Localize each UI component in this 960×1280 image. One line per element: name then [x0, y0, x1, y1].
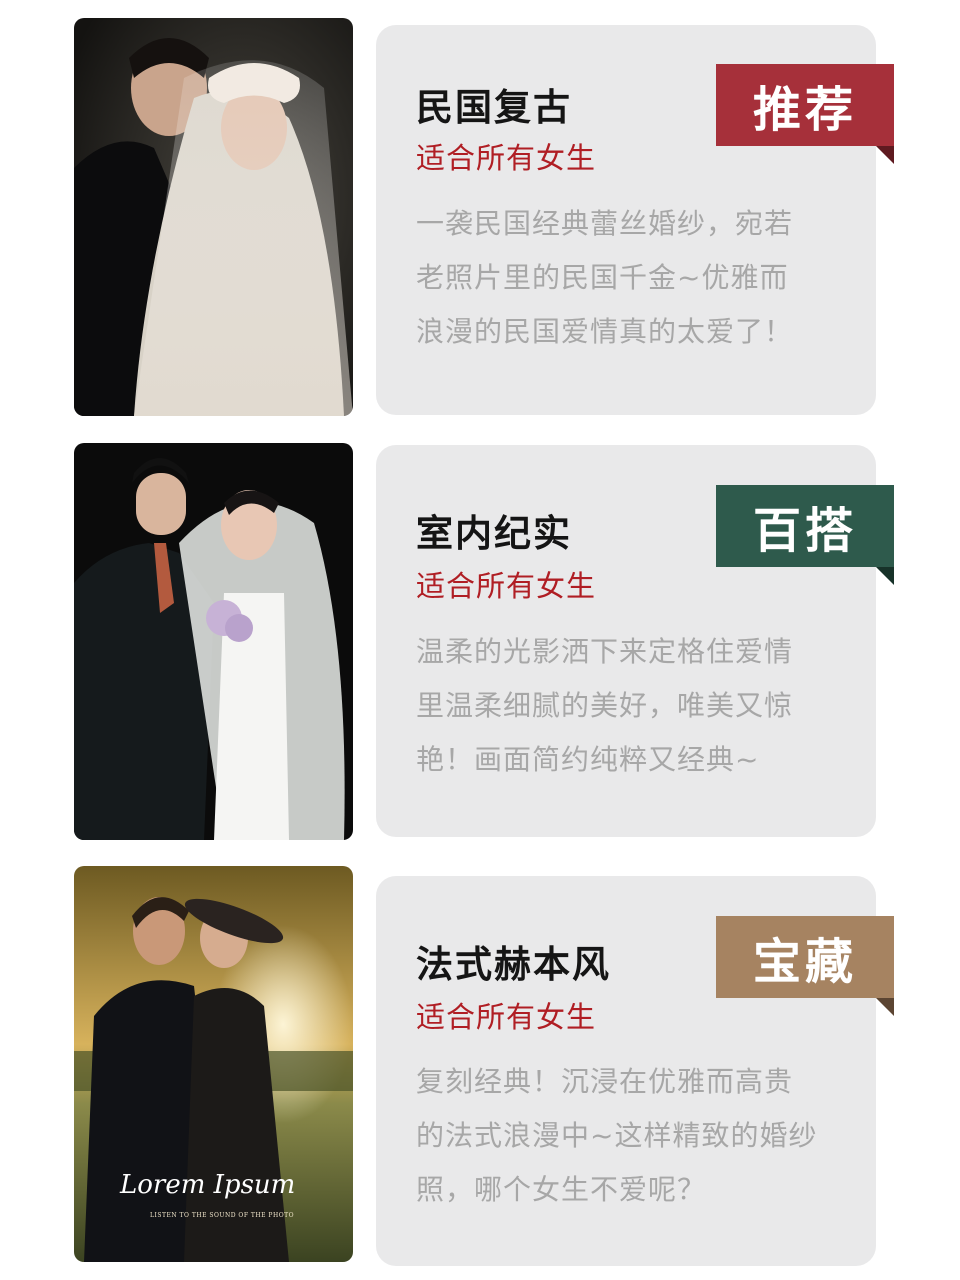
card-subtitle: 适合所有女生 — [416, 1000, 597, 1034]
card-subtitle: 适合所有女生 — [416, 569, 597, 603]
photo-watermark: Lorem Ipsum — [120, 1170, 296, 1200]
photo-vintage-couple — [74, 18, 353, 416]
badge-ribbon-treasure: 宝藏 — [716, 916, 894, 1016]
description-line: 一袭民国经典蕾丝婚纱，宛若 — [416, 207, 794, 240]
description-line: 温柔的光影洒下来定格住爱情 — [416, 635, 794, 668]
badge-label: 百搭 — [716, 485, 894, 567]
card-description: 一袭民国经典蕾丝婚纱，宛若 老照片里的民国千金~优雅而 浪漫的民国爱情真的太爱了… — [416, 197, 836, 359]
photo-indoor-couple — [74, 443, 353, 840]
badge-ribbon-versatile: 百搭 — [716, 485, 894, 585]
description-line: 的法式浪漫中~这样精致的婚纱 — [416, 1119, 818, 1152]
card-description: 温柔的光影洒下来定格住爱情 里温柔细腻的美好，唯美又惊 艳！画面简约纯粹又经典~ — [416, 625, 836, 787]
ribbon-fold — [876, 146, 894, 164]
ribbon-fold — [876, 567, 894, 585]
badge-label: 推荐 — [716, 64, 894, 146]
description-line: 艳！画面简约纯粹又经典~ — [416, 743, 760, 776]
badge-label: 宝藏 — [716, 916, 894, 998]
description-line: 照，哪个女生不爱呢？ — [416, 1173, 707, 1206]
description-line: 复刻经典！沉浸在优雅而高贵 — [416, 1065, 794, 1098]
photo-french-couple — [74, 866, 353, 1262]
photo-watermark-caption: LISTEN TO THE SOUND OF THE PHOTO — [150, 1212, 295, 1219]
description-line: 里温柔细腻的美好，唯美又惊 — [416, 689, 794, 722]
ribbon-fold — [876, 998, 894, 1016]
card-title: 室内纪实 — [416, 512, 572, 555]
card-subtitle: 适合所有女生 — [416, 141, 597, 175]
card-title: 民国复古 — [416, 86, 572, 129]
card-description: 复刻经典！沉浸在优雅而高贵 的法式浪漫中~这样精致的婚纱 照，哪个女生不爱呢？ — [416, 1055, 836, 1217]
badge-ribbon-recommend: 推荐 — [716, 64, 894, 164]
description-line: 浪漫的民国爱情真的太爱了！ — [416, 315, 794, 348]
description-line: 老照片里的民国千金~优雅而 — [416, 261, 789, 294]
card-title: 法式赫本风 — [416, 943, 611, 986]
